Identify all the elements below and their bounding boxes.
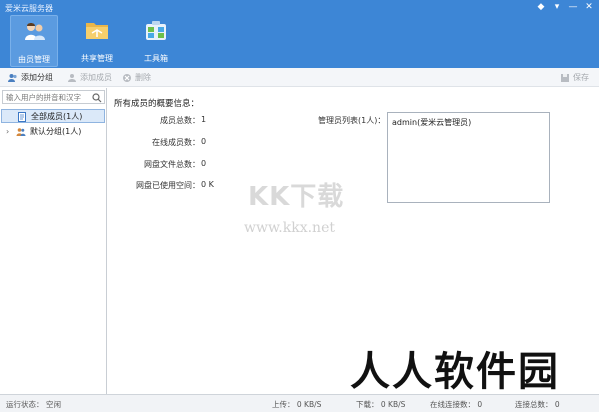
nav-label: 共享管理 [81,54,113,63]
add-member-icon [68,73,76,82]
window-controls: ◆ ▾ — ✕ [535,2,595,13]
tree-item-all-members[interactable]: 全部成员(1人) [1,109,105,123]
stat-value-used-space: 0 K [201,180,214,189]
nav-label: 由员管理 [18,55,50,64]
search-placeholder: 输入用户的拼音和汉字 [6,93,81,102]
nav-label: 工具箱 [144,54,168,63]
delete-icon [123,73,131,82]
download-speed: 下载： 0 KB/S [356,400,406,409]
add-member-label: 添加成员 [80,73,112,82]
run-status-value: 空闲 [46,400,61,409]
tree-item-label: 默认分组(1人) [30,127,82,136]
save-button[interactable]: 保存 [560,71,589,84]
run-status-label: 运行状态： [6,400,44,409]
users-icon [25,23,45,40]
stat-value-member-count: 1 [201,115,207,124]
toolbar: 添加分组 添加成员 删除 保存 [0,68,599,87]
stat-label-file-count: 网盘文件总数： [144,160,200,169]
admin-list-label: 管理员列表(1人)： [318,116,386,125]
add-group-icon [8,73,17,82]
add-group-button[interactable]: 添加分组 [8,71,53,84]
title-bar: 爱米云服务器 ◆ ▾ — ✕ 由员管理 共享管理 工具箱 [0,0,599,68]
add-group-label: 添加分组 [21,73,53,82]
member-sidebar: 输入用户的拼音和汉字 全部成员(1人) › 默认分组(1人) [0,88,107,394]
nav-member-management[interactable]: 由员管理 [10,15,58,67]
toolbox-icon [146,21,166,40]
search-icon[interactable] [92,93,102,103]
member-summary-panel: 所有成员的概要信息： 成员总数： 1 在线成员数： 0 网盘文件总数： 0 网盘… [108,88,599,394]
section-title: 所有成员的概要信息： [114,99,200,109]
stat-label-online-count: 在线成员数： [152,138,200,147]
stat-value-online-count: 0 [201,137,207,146]
tree-item-label: 全部成员(1人) [31,112,83,121]
stat-label-member-count: 成员总数： [160,116,200,125]
stat-label-used-space: 网盘已使用空间： [136,181,200,190]
app-title: 爱米云服务器 [5,4,53,13]
online-connections: 在线连接数： 0 [430,400,483,409]
save-icon [561,73,569,82]
expand-arrow-icon[interactable]: › [6,125,9,139]
total-connections: 连接总数： 0 [515,400,560,409]
add-member-button[interactable]: 添加成员 [67,71,112,84]
group-icon [16,128,26,136]
save-label: 保存 [573,73,589,82]
upload-speed: 上传： 0 KB/S [272,400,322,409]
minimize-icon[interactable]: — [567,2,579,13]
menu-icon[interactable]: ▾ [551,2,563,13]
nav-toolbox[interactable]: 工具箱 [132,15,180,67]
shared-folder-icon [86,23,108,39]
close-icon[interactable]: ✕ [583,2,595,13]
admin-list-item[interactable]: admin(爱米云管理员) [392,117,471,128]
delete-label: 删除 [135,73,151,82]
document-icon [18,112,26,122]
nav-share-management[interactable]: 共享管理 [73,15,121,67]
skin-icon[interactable]: ◆ [535,2,547,13]
stat-value-file-count: 0 [201,159,207,168]
tree-item-default-group[interactable]: › 默认分组(1人) [1,125,105,139]
member-search-input[interactable]: 输入用户的拼音和汉字 [2,90,105,104]
status-bar: 运行状态： 空闲 上传： 0 KB/S 下载： 0 KB/S 在线连接数： 0 … [0,394,599,412]
delete-button[interactable]: 删除 [122,71,151,84]
admin-list[interactable]: admin(爱米云管理员) [387,112,550,203]
